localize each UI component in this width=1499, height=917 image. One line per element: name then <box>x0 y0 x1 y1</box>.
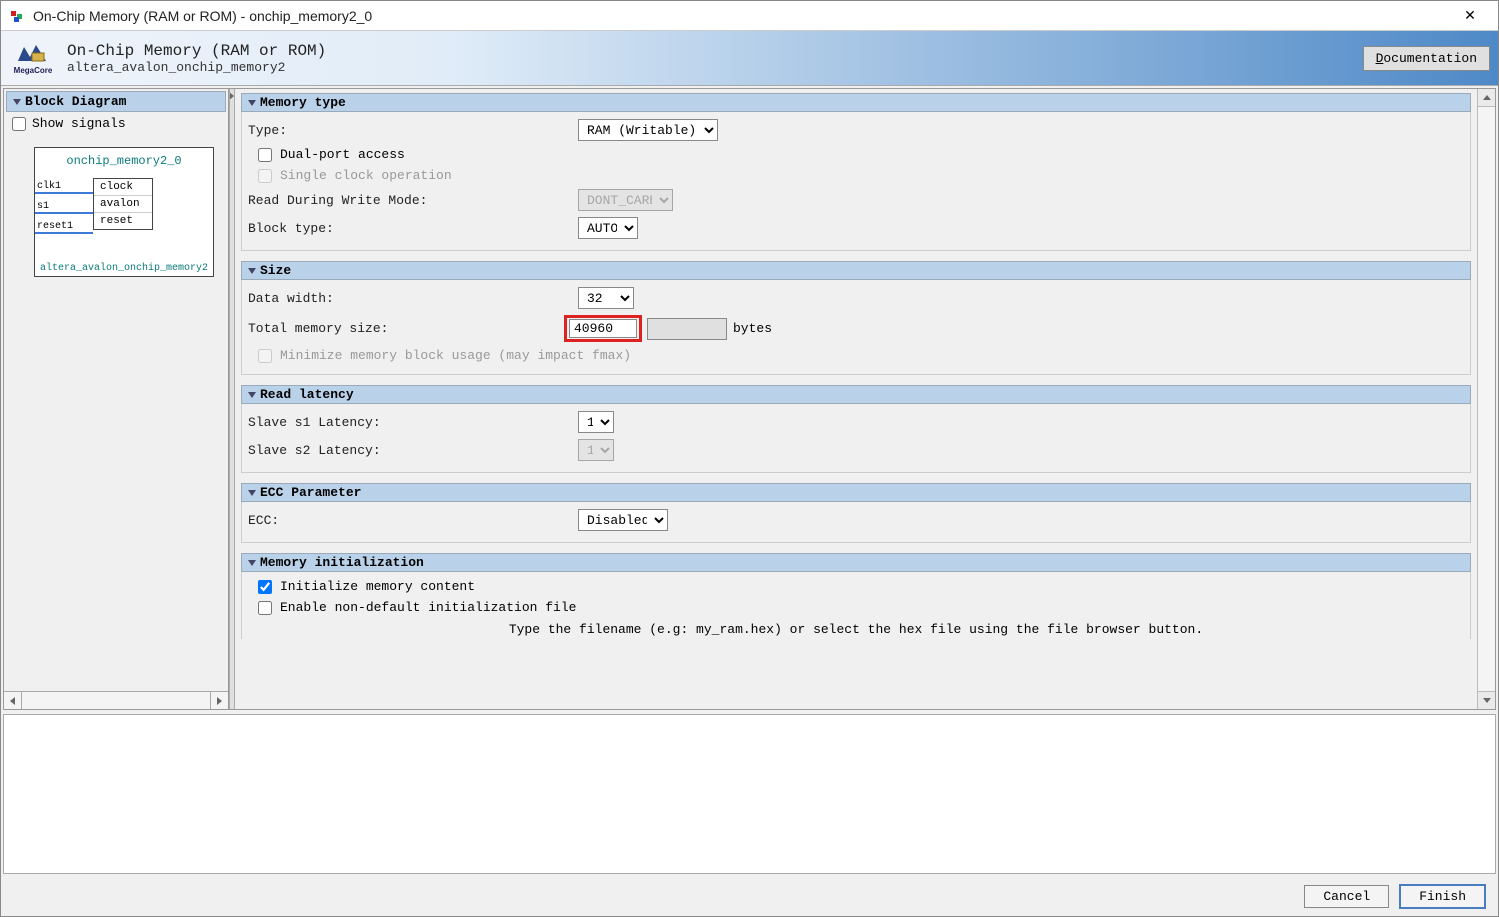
megacore-logo: MegaCore <box>9 34 57 82</box>
scroll-track-v[interactable] <box>1478 107 1495 691</box>
scroll-right-button[interactable] <box>210 692 228 709</box>
nondefault-init-label: Enable non-default initialization file <box>280 600 576 615</box>
type-label: Type: <box>248 123 578 138</box>
s2-latency-label: Slave s2 Latency: <box>248 443 578 458</box>
nondefault-init-checkbox[interactable] <box>258 601 272 615</box>
signal-reset1: reset1 <box>37 221 73 232</box>
total-memory-size-label: Total memory size: <box>248 321 564 336</box>
block-diagram-title: Block Diagram <box>25 94 126 109</box>
ecc-select[interactable]: Disabled <box>578 509 668 531</box>
main-scrollbar[interactable] <box>1477 89 1495 709</box>
port-box: clock avalon reset <box>93 178 153 230</box>
chevron-down-icon <box>248 560 256 566</box>
header-bar: MegaCore On-Chip Memory (RAM or ROM) alt… <box>1 31 1498 86</box>
titlebar: On-Chip Memory (RAM or ROM) - onchip_mem… <box>1 1 1498 31</box>
minimize-checkbox <box>258 349 272 363</box>
component-ip-footer: altera_avalon_onchip_memory2 <box>35 263 213 274</box>
read-latency-header[interactable]: Read latency <box>241 385 1471 404</box>
chevron-down-icon <box>248 100 256 106</box>
minimize-label: Minimize memory block usage (may impact … <box>280 348 631 363</box>
parameters-panel: Memory type Type: RAM (Writable) <box>235 89 1477 709</box>
scroll-left-button[interactable] <box>4 692 22 709</box>
dual-port-label: Dual-port access <box>280 147 405 162</box>
init-helper-text: Type the filename (e.g: my_ram.hex) or s… <box>248 618 1464 637</box>
show-signals-label: Show signals <box>32 116 126 131</box>
cancel-button[interactable]: Cancel <box>1304 885 1389 908</box>
total-memory-size-highlight <box>564 315 642 342</box>
mem-init-title: Memory initialization <box>260 555 424 570</box>
footer-bar: Cancel Finish <box>1 876 1498 916</box>
total-memory-size-extra <box>647 318 727 340</box>
port-clock: clock <box>94 179 152 196</box>
app-icon <box>9 8 25 24</box>
single-clock-checkbox <box>258 169 272 183</box>
total-memory-size-input[interactable] <box>569 319 637 338</box>
dual-port-checkbox[interactable] <box>258 148 272 162</box>
sidebar: Block Diagram Show signals onchip_memory… <box>4 89 229 709</box>
block-diagram-canvas: onchip_memory2_0 clk1 s1 reset1 clock av… <box>34 147 214 277</box>
documentation-button[interactable]: Documentation <box>1363 46 1490 71</box>
ecc-title: ECC Parameter <box>260 485 361 500</box>
scroll-up-button[interactable] <box>1478 89 1495 107</box>
scroll-down-button[interactable] <box>1478 691 1495 709</box>
finish-button[interactable]: Finish <box>1399 884 1486 909</box>
port-avalon: avalon <box>94 196 152 213</box>
size-title: Size <box>260 263 291 278</box>
component-title: On-Chip Memory (RAM or ROM) <box>67 42 1363 60</box>
signal-clk1: clk1 <box>37 181 61 192</box>
size-header[interactable]: Size <box>241 261 1471 280</box>
mem-init-header[interactable]: Memory initialization <box>241 553 1471 572</box>
read-latency-title: Read latency <box>260 387 354 402</box>
rdw-select: DONT_CARE <box>578 189 673 211</box>
component-ip-name: altera_avalon_onchip_memory2 <box>67 60 1363 75</box>
chevron-down-icon <box>248 268 256 274</box>
ecc-header[interactable]: ECC Parameter <box>241 483 1471 502</box>
data-width-label: Data width: <box>248 291 578 306</box>
close-button[interactable]: ✕ <box>1450 1 1490 31</box>
block-type-select[interactable]: AUTO <box>578 217 638 239</box>
type-select[interactable]: RAM (Writable) <box>578 119 718 141</box>
logo-label: MegaCore <box>14 66 53 75</box>
sidebar-scrollbar[interactable] <box>4 691 228 709</box>
s1-latency-label: Slave s1 Latency: <box>248 415 578 430</box>
chevron-down-icon <box>13 99 21 105</box>
data-width-select[interactable]: 32 <box>578 287 634 309</box>
chevron-down-icon <box>248 392 256 398</box>
log-output <box>3 714 1496 874</box>
component-instance-name: onchip_memory2_0 <box>35 148 213 172</box>
scroll-track[interactable] <box>22 692 210 709</box>
s2-latency-select: 1 <box>578 439 614 461</box>
rdw-label: Read During Write Mode: <box>248 193 578 208</box>
init-content-checkbox[interactable] <box>258 580 272 594</box>
window-title: On-Chip Memory (RAM or ROM) - onchip_mem… <box>33 8 372 24</box>
memory-type-header[interactable]: Memory type <box>241 93 1471 112</box>
chevron-down-icon <box>248 490 256 496</box>
init-content-label: Initialize memory content <box>280 579 475 594</box>
s1-latency-select[interactable]: 1 <box>578 411 614 433</box>
port-reset: reset <box>94 213 152 229</box>
ecc-label: ECC: <box>248 513 578 528</box>
show-signals-checkbox[interactable] <box>12 117 26 131</box>
block-diagram-header[interactable]: Block Diagram <box>6 91 226 112</box>
tms-unit: bytes <box>733 321 772 336</box>
single-clock-label: Single clock operation <box>280 168 452 183</box>
signal-s1: s1 <box>37 201 49 212</box>
memory-type-title: Memory type <box>260 95 346 110</box>
block-type-label: Block type: <box>248 221 578 236</box>
